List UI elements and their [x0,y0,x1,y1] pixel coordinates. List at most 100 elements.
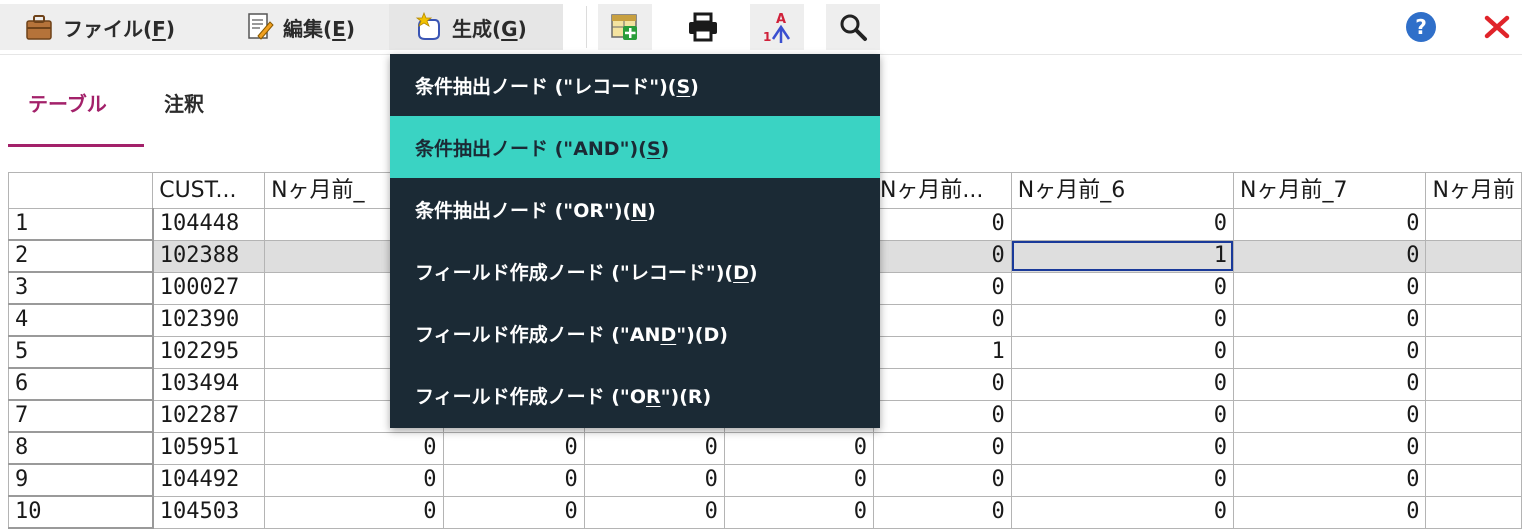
table-cell[interactable]: 0 [583,431,725,465]
menu-item-derive-node-record[interactable]: フィールド作成ノード ("レコード")(D) [390,240,880,302]
edit-menu[interactable]: 編集(E) [226,4,389,50]
sort-button[interactable]: A 1 [750,4,804,50]
table-cell[interactable]: 0 [872,463,1012,497]
column-header[interactable]: Nヶ月前_6 [1010,172,1235,209]
table-cell[interactable] [1425,303,1522,337]
table-cell[interactable]: 0 [723,431,874,465]
close-icon [1484,15,1510,39]
table-cell-customer-id[interactable]: 102390 [152,303,266,337]
table-cell[interactable]: 0 [723,463,874,497]
table-cell[interactable] [1425,399,1522,433]
close-button[interactable] [1470,4,1522,50]
table-cell[interactable]: 0 [1232,495,1427,529]
table-cell[interactable]: 0 [1232,399,1427,433]
table-row[interactable]: 9 104492 0 0 0 0 0 0 0 [7,463,1522,497]
table-cell-customer-id[interactable]: 102287 [152,399,266,433]
table-cell-customer-id[interactable]: 105951 [152,431,266,465]
table-cell[interactable]: 0 [264,463,444,497]
row-number[interactable]: 5 [7,335,154,369]
table-cell[interactable]: 0 [1010,208,1235,241]
table-cell[interactable]: 0 [583,495,725,529]
table-row[interactable]: 10 104503 0 0 0 0 0 0 0 [7,495,1522,529]
add-to-stream-button[interactable] [598,4,652,50]
table-cell[interactable]: 0 [1232,208,1427,241]
table-cell[interactable]: 0 [1010,271,1235,305]
row-number[interactable]: 6 [7,367,154,401]
tab-notes[interactable]: 注釈 [164,88,204,117]
table-cell[interactable]: 0 [1010,303,1235,337]
table-cell[interactable]: 0 [1010,431,1235,465]
tab-table[interactable]: テーブル [28,88,107,117]
table-cell[interactable] [1425,335,1522,369]
table-cell[interactable]: 0 [1232,271,1427,305]
table-cell-customer-id[interactable]: 104503 [152,495,266,529]
row-number[interactable]: 1 [7,208,154,241]
column-header[interactable]: Nヶ月前_7 [1232,172,1427,209]
table-cell[interactable]: 0 [872,431,1012,465]
row-number[interactable]: 9 [7,463,154,497]
table-cell[interactable]: 0 [723,495,874,529]
table-cell[interactable]: 0 [1232,239,1427,273]
table-cell[interactable]: 0 [1010,367,1235,401]
table-cell[interactable]: 0 [872,239,1012,273]
menu-item-derive-node-or[interactable]: フィールド作成ノード ("OR")(R) [390,364,880,426]
table-cell[interactable] [1425,495,1522,529]
table-cell[interactable]: 0 [872,303,1012,337]
file-menu[interactable]: ファイル(F) [0,4,226,50]
table-cell[interactable]: 0 [1010,335,1235,369]
menu-item-derive-node-and[interactable]: フィールド作成ノード ("AND")(D) [390,302,880,364]
table-cell[interactable]: 0 [1010,399,1235,433]
table-cell-customer-id[interactable]: 104492 [152,463,266,497]
table-cell[interactable] [1425,463,1522,497]
menu-item-label: フィールド作成ノード ("OR")(R) [415,385,712,408]
row-number[interactable]: 8 [7,431,154,465]
table-cell[interactable]: 0 [872,399,1012,433]
table-cell[interactable]: 0 [264,431,444,465]
table-cell[interactable]: 1 [872,335,1012,369]
table-cell[interactable]: 0 [442,431,585,465]
table-cell[interactable]: 0 [1232,367,1427,401]
row-number-header[interactable] [7,172,154,209]
table-cell-customer-id[interactable]: 102388 [152,239,266,273]
table-cell-customer-id[interactable]: 104448 [152,208,266,241]
table-cell[interactable]: 0 [583,463,725,497]
help-button[interactable]: ? [1394,4,1448,50]
table-cell[interactable]: 0 [1232,431,1427,465]
menu-item-select-node-record[interactable]: 条件抽出ノード ("レコード")(S) [390,54,880,116]
table-cell[interactable] [1425,239,1522,273]
table-cell[interactable]: 0 [872,208,1012,241]
table-cell[interactable]: 0 [872,271,1012,305]
table-cell[interactable]: 1 [1010,239,1235,273]
menu-item-select-node-and[interactable]: 条件抽出ノード ("AND")(S) [390,116,880,178]
column-header[interactable]: Nヶ月前... [872,172,1012,209]
table-cell[interactable] [1425,431,1522,465]
table-cell[interactable]: 0 [442,463,585,497]
table-cell[interactable]: 0 [1232,335,1427,369]
table-cell[interactable] [1425,271,1522,305]
table-cell[interactable]: 0 [872,367,1012,401]
row-number[interactable]: 3 [7,271,154,305]
table-cell[interactable]: 0 [264,495,444,529]
table-row[interactable]: 8 105951 0 0 0 0 0 0 0 [7,431,1522,465]
print-button[interactable] [676,4,730,50]
table-cell[interactable]: 0 [872,495,1012,529]
table-cell[interactable] [1425,367,1522,401]
row-number[interactable]: 4 [7,303,154,337]
menu-item-select-node-or[interactable]: 条件抽出ノード ("OR")(N) [390,178,880,240]
table-cell-customer-id[interactable]: 102295 [152,335,266,369]
row-number[interactable]: 7 [7,399,154,433]
row-number[interactable]: 10 [7,495,154,529]
column-header[interactable]: Nヶ月前 [1425,172,1522,209]
search-button[interactable] [826,4,880,50]
table-cell[interactable]: 0 [1232,463,1427,497]
table-cell-customer-id[interactable]: 100027 [152,271,266,305]
table-cell[interactable]: 0 [1010,463,1235,497]
table-cell[interactable]: 0 [1232,303,1427,337]
table-cell[interactable]: 0 [442,495,585,529]
table-cell-customer-id[interactable]: 103494 [152,367,266,401]
row-number[interactable]: 2 [7,239,154,273]
generate-menu[interactable]: 生成(G) [389,4,563,50]
column-header[interactable]: CUST... [152,172,266,209]
table-cell[interactable] [1425,208,1522,241]
table-cell[interactable]: 0 [1010,495,1235,529]
